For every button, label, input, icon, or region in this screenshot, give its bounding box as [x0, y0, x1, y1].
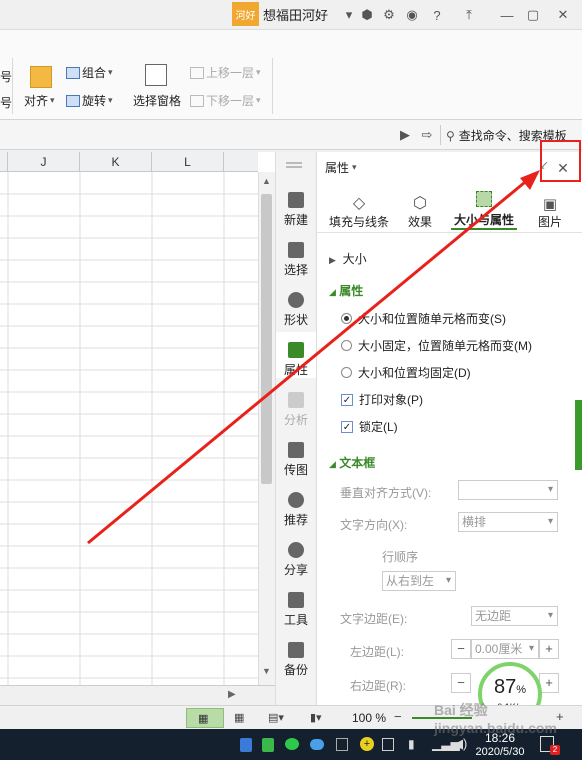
- annotation-overlay: [87, 140, 581, 545]
- annotation-arrow: [87, 176, 531, 545]
- highlight-box: [540, 140, 581, 182]
- arrow-head: [520, 170, 540, 190]
